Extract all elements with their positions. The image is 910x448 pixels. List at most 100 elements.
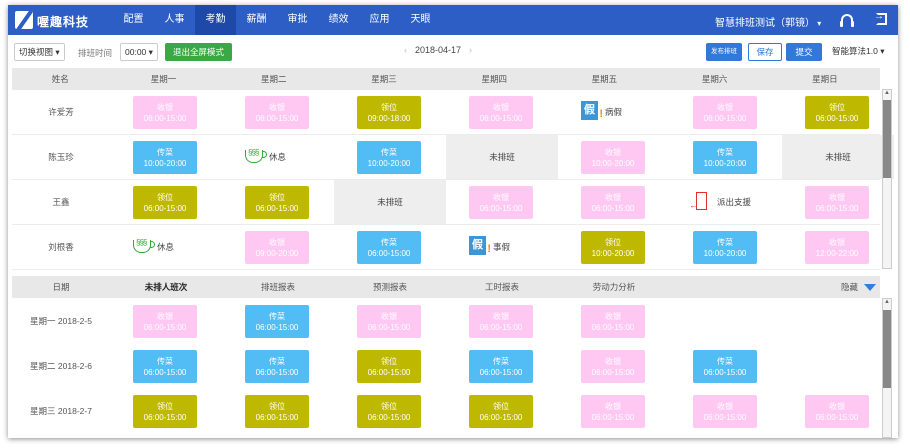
nav-item[interactable]: 人事 (154, 5, 195, 35)
exit-fullscreen-button[interactable]: 退出全屏模式 (165, 43, 233, 61)
shift-card[interactable]: 收银 06:00-15:00 (693, 395, 757, 428)
schedule-cell[interactable]: 领位 06:00-15:00 (334, 389, 446, 433)
report-tab[interactable]: 预测报表 (334, 281, 446, 293)
report-tab[interactable]: 劳动力分析 (558, 281, 670, 293)
schedule-cell[interactable]: 领位 06:00-15:00 (222, 389, 334, 433)
schedule-cell[interactable]: 传菜 10:00-20:00 (110, 135, 222, 179)
schedule-cell[interactable]: 领位 06:00-15:00 (782, 90, 894, 134)
nav-item[interactable]: 考勤 (195, 5, 236, 35)
prev-date-icon[interactable]: ‹ (404, 45, 407, 55)
shift-card[interactable]: 领位 06:00-15:00 (245, 186, 309, 219)
unscheduled-cell[interactable]: 未排班 (334, 180, 446, 224)
bottom-scroll-up-icon[interactable]: ▲ (882, 299, 892, 305)
collapse-triangle-icon[interactable] (864, 284, 876, 292)
shift-card[interactable]: 传菜 06:00-15:00 (133, 350, 197, 383)
schedule-cell[interactable]: 领位 10:00-20:00 (558, 225, 670, 269)
shift-card[interactable]: 收银 06:00-15:00 (581, 395, 645, 428)
schedule-cell[interactable]: 收银 06:00-15:00 (446, 90, 558, 134)
schedule-cell[interactable]: 收银 06:00-15:00 (110, 299, 222, 343)
shift-time-select[interactable]: 00:00 ▾ (120, 43, 158, 61)
shift-card[interactable]: 领位 06:00-15:00 (245, 395, 309, 428)
schedule-cell[interactable]: 收银 06:00-15:00 (110, 90, 222, 134)
schedule-cell[interactable]: 传菜 06:00-15:00 (222, 299, 334, 343)
schedule-cell[interactable]: 收银 06:00-15:00 (222, 90, 334, 134)
shift-card[interactable]: 收银 06:00-15:00 (581, 186, 645, 219)
nav-item[interactable]: 绩效 (318, 5, 359, 35)
shift-card[interactable]: 收银 06:00-15:00 (805, 395, 869, 428)
shift-card[interactable]: 收银 06:00-15:00 (581, 305, 645, 338)
unscheduled-cell[interactable]: 未排班 (446, 135, 558, 179)
schedule-cell[interactable]: 收银 06:00-15:00 (782, 180, 894, 224)
hide-panel-toggle[interactable]: 隐藏 (670, 281, 880, 293)
shift-card[interactable]: 领位 06:00-15:00 (805, 96, 869, 129)
scroll-up-icon[interactable]: ▲ (882, 90, 892, 96)
unscheduled-cell[interactable]: 未排班 (782, 135, 894, 179)
report-tab[interactable]: 未排人班次 (110, 281, 222, 293)
shift-card[interactable]: 传菜 06:00-15:00 (469, 350, 533, 383)
shift-card[interactable]: 传菜 10:00-20:00 (693, 231, 757, 264)
shift-card[interactable]: 收银 09:00-20:00 (245, 231, 309, 264)
shift-card[interactable]: 收银 06:00-15:00 (805, 186, 869, 219)
shift-card[interactable]: 收银 06:00-15:00 (133, 305, 197, 338)
shift-card[interactable]: 收银 06:00-15:00 (133, 96, 197, 129)
shift-card[interactable]: 收银 12:00-22:00 (805, 231, 869, 264)
shift-card[interactable]: 传菜 06:00-15:00 (357, 231, 421, 264)
shift-card[interactable]: 收银 06:00-15:00 (469, 305, 533, 338)
shift-card[interactable]: 收银 06:00-15:00 (245, 96, 309, 129)
schedule-cell[interactable]: 收银 06:00-15:00 (670, 90, 782, 134)
shift-card[interactable]: 传菜 06:00-15:00 (245, 350, 309, 383)
schedule-cell[interactable]: 收银 06:00-15:00 (670, 389, 782, 433)
algorithm-dropdown[interactable]: 智能算法1.0 ▾ (828, 43, 889, 61)
shift-card[interactable]: 传菜 06:00-15:00 (693, 350, 757, 383)
shift-card[interactable]: 领位 09:00-18:00 (357, 96, 421, 129)
shift-card[interactable]: 领位 06:00-15:00 (133, 186, 197, 219)
switch-view-dropdown[interactable]: 切换视图 ▾ (14, 43, 65, 61)
schedule-cell[interactable]: 派出支援 (670, 180, 782, 224)
nav-item[interactable]: 薪酬 (236, 5, 277, 35)
schedule-cell[interactable]: 收银 06:00-15:00 (558, 389, 670, 433)
schedule-cell[interactable]: 假病假 (558, 90, 670, 134)
schedule-cell[interactable]: 传菜 10:00-20:00 (670, 225, 782, 269)
schedule-cell[interactable]: 领位 06:00-15:00 (334, 344, 446, 388)
schedule-cell[interactable]: §§§ 休息 (222, 135, 334, 179)
schedule-cell[interactable]: 传菜 06:00-15:00 (670, 344, 782, 388)
schedule-cell[interactable]: 传菜 10:00-20:00 (334, 135, 446, 179)
shift-card[interactable]: 传菜 10:00-20:00 (693, 141, 757, 174)
shift-card[interactable]: 收银 06:00-15:00 (469, 186, 533, 219)
schedule-cell[interactable]: 收银 06:00-15:00 (446, 299, 558, 343)
schedule-cell[interactable]: 收银 12:00-22:00 (782, 225, 894, 269)
schedule-cell[interactable]: 传菜 06:00-15:00 (334, 225, 446, 269)
bottom-scroll-thumb[interactable] (883, 310, 891, 388)
headset-support-icon[interactable] (840, 14, 854, 27)
save-button[interactable]: 保存 (748, 43, 782, 61)
schedule-cell[interactable]: 领位 09:00-18:00 (334, 90, 446, 134)
shift-card[interactable]: 领位 06:00-15:00 (357, 350, 421, 383)
report-tab[interactable]: 工时报表 (446, 281, 558, 293)
schedule-cell[interactable]: 收银 09:00-20:00 (222, 225, 334, 269)
nav-item[interactable]: 天眼 (400, 5, 441, 35)
next-date-icon[interactable]: › (469, 45, 472, 55)
shift-card[interactable]: 收银 06:00-15:00 (469, 96, 533, 129)
shift-card[interactable]: 收银 10:00-20:00 (581, 141, 645, 174)
submit-button[interactable]: 提交 (786, 43, 822, 61)
schedule-cell[interactable]: 传菜 06:00-15:00 (110, 344, 222, 388)
shift-card[interactable]: 领位 06:00-15:00 (469, 395, 533, 428)
shift-card[interactable]: 领位 06:00-15:00 (357, 395, 421, 428)
schedule-cell[interactable]: 领位 06:00-15:00 (222, 180, 334, 224)
shift-card[interactable]: 传菜 10:00-20:00 (357, 141, 421, 174)
schedule-cell[interactable]: 收银 06:00-15:00 (334, 299, 446, 343)
shift-card[interactable]: 领位 10:00-20:00 (581, 231, 645, 264)
shift-card[interactable]: 传菜 06:00-15:00 (245, 305, 309, 338)
schedule-cell[interactable]: 领位 06:00-15:00 (110, 180, 222, 224)
shift-card[interactable]: 收银 06:00-15:00 (693, 96, 757, 129)
schedule-cell[interactable]: 领位 06:00-15:00 (446, 389, 558, 433)
schedule-cell[interactable]: 收银 06:00-15:00 (558, 344, 670, 388)
shift-card[interactable]: 传菜 10:00-20:00 (133, 141, 197, 174)
schedule-cell[interactable]: 收银 06:00-15:00 (558, 180, 670, 224)
schedule-cell[interactable]: 收银 06:00-15:00 (558, 299, 670, 343)
schedule-cell[interactable]: 传菜 06:00-15:00 (222, 344, 334, 388)
schedule-cell[interactable]: 收银 06:00-15:00 (782, 389, 894, 433)
publish-schedule-button[interactable]: 发布排班 (706, 43, 742, 61)
user-menu[interactable]: 智慧排班测试（郭镜） (715, 14, 821, 29)
schedule-scroll-thumb[interactable] (883, 100, 891, 178)
